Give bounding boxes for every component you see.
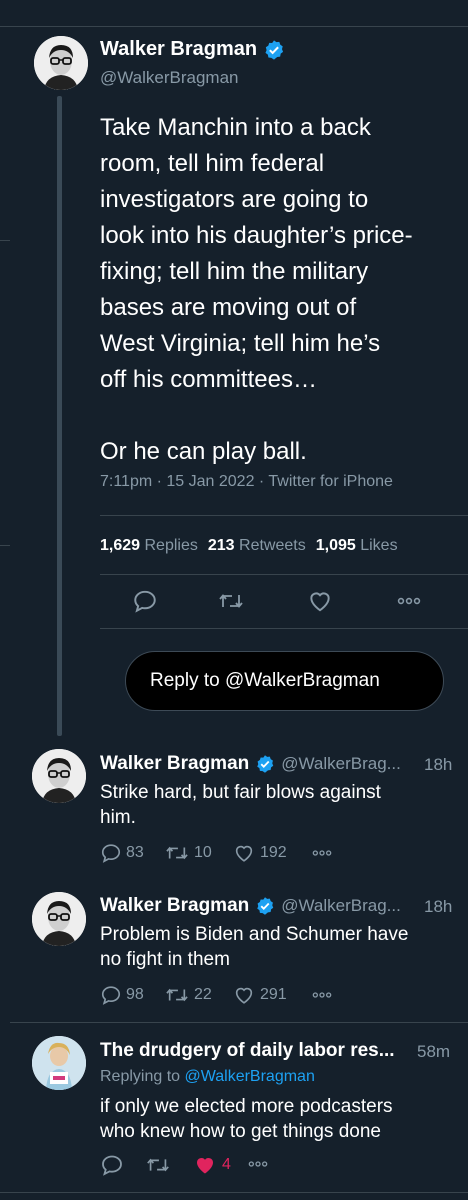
reply-timestamp[interactable]: 18h [424,897,452,917]
likes-count: 1,095 [315,537,356,554]
more-icon [312,850,332,856]
more-icon [312,992,332,998]
retweets-count: 213 [207,537,235,554]
like-button[interactable]: 192 [232,842,287,864]
reply-author[interactable]: Walker Bragman @WalkerBrag... [100,753,401,775]
replying-handle-link[interactable]: @WalkerBragman [185,1068,315,1085]
reply-text: if only we elected more podcasters who k… [100,1096,393,1142]
likes-stat[interactable]: 1,095 Likes [316,537,398,555]
replies-count: 1,629 [100,537,141,554]
tweet-text: Take Manchin into a back room, tell him … [100,114,413,465]
retweet-button[interactable]: 10 [164,842,212,864]
reply-icon [101,986,121,1005]
avatar[interactable] [32,1036,86,1090]
replies-stat[interactable]: 1,629 Replies [100,537,198,555]
retweet-button[interactable] [217,588,245,614]
likes-label: Likes [360,537,398,554]
retweet-icon [147,1158,169,1172]
reply-author-name[interactable]: Walker Bragman [100,753,249,775]
avatar[interactable] [32,892,86,946]
verified-badge-icon [257,755,274,773]
heart-filled-icon [197,1158,213,1174]
more-button[interactable] [246,1159,270,1169]
reply-compose-button[interactable]: Reply to @WalkerBragman [125,651,444,711]
tweet-meta[interactable]: 7:11pm · 15 Jan 2022 · Twitter for iPhon… [100,473,393,491]
avatar[interactable] [32,749,86,803]
reply-button[interactable] [132,588,158,614]
thread-connector [57,96,62,736]
reply-count: 83 [126,844,144,861]
retweet-button[interactable] [145,1153,171,1177]
reply-button[interactable] [100,1153,124,1177]
retweets-stat[interactable]: 213 Retweets [208,537,306,555]
like-count: 291 [260,986,287,1003]
replying-to: Replying to @WalkerBragman [100,1068,315,1086]
verified-badge-icon [265,39,284,60]
divider [10,1022,468,1023]
retweet-icon [166,846,188,860]
reply-timestamp[interactable]: 18h [424,755,452,775]
reply-text: Strike hard, but fair blows against him. [100,782,381,828]
reply-author[interactable]: Walker Bragman @WalkerBrag... [100,895,401,917]
retweets-label: Retweets [239,537,306,554]
reply-count: 98 [126,986,144,1003]
reply-icon [101,844,121,863]
retweet-count: 22 [194,986,212,1003]
reply-author-handle[interactable]: @WalkerBrag... [281,754,401,774]
more-icon [397,597,421,605]
more-button[interactable] [396,595,422,607]
replying-prefix: Replying to [100,1068,185,1085]
divider [100,515,468,516]
tweet-stats: 1,629 Replies 213 Retweets 1,095 Likes [100,537,398,555]
retweet-button[interactable]: 22 [164,984,212,1006]
reply-author[interactable]: The drudgery of daily labor res... [100,1040,395,1062]
divider [100,628,468,629]
divider [0,1192,468,1193]
reply-button[interactable]: 98 [100,984,144,1006]
reply-author-handle[interactable]: @WalkerBrag... [281,896,401,916]
edge-divider [0,545,10,546]
heart-icon [235,845,253,862]
like-button[interactable]: 4 [192,1153,231,1177]
like-count: 192 [260,844,287,861]
avatar[interactable] [34,36,88,90]
replies-label: Replies [144,537,198,554]
like-button[interactable] [307,588,333,614]
reply-author-name[interactable]: The drudgery of daily labor res... [100,1040,395,1062]
author-handle[interactable]: @WalkerBragman [100,68,239,88]
like-button[interactable]: 291 [232,984,287,1006]
top-divider [0,0,468,27]
like-count: 4 [222,1156,231,1173]
more-icon [248,1161,268,1167]
reply-icon [102,1155,122,1176]
retweet-count: 10 [194,844,212,861]
author-name-text[interactable]: Walker Bragman [100,38,257,61]
reply-text: Problem is Biden and Schumer have no fig… [100,924,409,970]
heart-icon [310,592,330,612]
reply-author-name[interactable]: Walker Bragman [100,895,249,917]
verified-badge-icon [257,897,274,915]
more-button[interactable] [310,848,334,858]
heart-icon [235,987,253,1004]
divider [100,574,468,575]
retweet-icon [219,594,243,608]
retweet-icon [166,988,188,1002]
more-button[interactable] [310,990,334,1000]
reply-timestamp[interactable]: 58m [417,1042,450,1062]
reply-button[interactable]: 83 [100,842,144,864]
reply-icon [134,590,156,613]
author-name[interactable]: Walker Bragman [100,38,285,61]
edge-divider [0,240,10,241]
